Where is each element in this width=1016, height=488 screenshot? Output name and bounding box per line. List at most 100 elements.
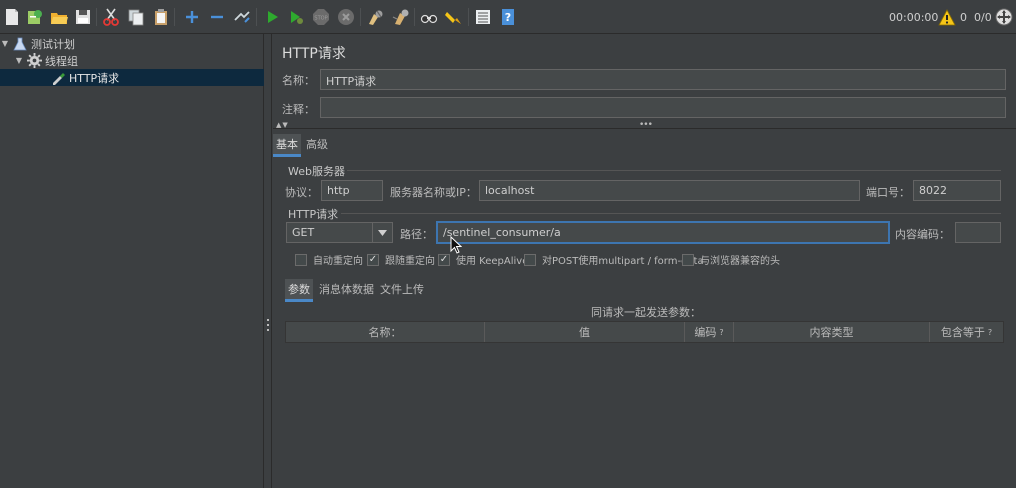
warning-count: 0: [960, 11, 967, 24]
server-label: 服务器名称或IP：: [390, 186, 477, 199]
new-icon[interactable]: [2, 7, 22, 27]
shutdown-icon[interactable]: [336, 7, 356, 27]
collapse-icon[interactable]: [207, 7, 227, 27]
panel-title: HTTP请求: [282, 46, 346, 62]
tree-item-label: HTTP请求: [69, 71, 120, 85]
tree-item-label: 线程组: [45, 54, 78, 68]
browser-compatible-headers-checkbox[interactable]: 与浏览器兼容的头: [682, 252, 780, 267]
path-input[interactable]: /sentinel_consumer/a: [437, 222, 889, 243]
start-no-pause-icon[interactable]: [286, 7, 306, 27]
checkbox-label: 对POST使用multipart / form-data: [542, 256, 704, 267]
comment-label: 注释：: [282, 103, 315, 116]
toolbar-separator: [256, 8, 257, 26]
chevron-down-icon[interactable]: [372, 223, 392, 242]
copy-icon[interactable]: [126, 7, 146, 27]
horizontal-splitter[interactable]: [273, 128, 1016, 129]
stop-icon[interactable]: STOP: [311, 7, 331, 27]
test-plan-tree: ▼ 测试计划 ▼ 线程组 HTTP请求: [0, 34, 264, 488]
mouse-pointer-icon: [450, 236, 462, 254]
splitter-grip-icon[interactable]: [267, 319, 270, 331]
thread-group-icon: [26, 53, 42, 69]
follow-redirect-checkbox[interactable]: ✓ 跟随重定向: [367, 252, 435, 267]
expand-arrow-icon[interactable]: ▼: [0, 39, 10, 48]
tab-body-data[interactable]: 消息体数据: [316, 279, 377, 299]
tree-item-http-request[interactable]: HTTP请求: [0, 69, 264, 86]
clear-icon[interactable]: [366, 7, 386, 27]
search-icon[interactable]: [419, 7, 439, 27]
tab-basic[interactable]: 基本: [273, 134, 301, 157]
name-input[interactable]: HTTP请求: [320, 69, 1006, 90]
templates-icon[interactable]: [25, 7, 45, 27]
column-content-type[interactable]: 内容类型: [734, 322, 930, 342]
column-include-equals[interactable]: 包含等于?: [930, 322, 1003, 342]
column-value[interactable]: 值: [485, 322, 685, 342]
active-threads: 0/0: [974, 11, 992, 24]
svg-text:?: ?: [505, 11, 511, 24]
checkbox-label: 与浏览器兼容的头: [700, 256, 780, 267]
help-icon[interactable]: ?: [498, 7, 518, 27]
remote-engines-icon[interactable]: [994, 7, 1014, 27]
checkbox-box[interactable]: [295, 253, 307, 266]
column-help-mark: ?: [987, 327, 993, 337]
tab-parameters[interactable]: 参数: [285, 279, 313, 302]
checkbox-box[interactable]: [524, 253, 536, 266]
checkbox-label: 跟随重定向: [385, 256, 435, 267]
checkbox-box[interactable]: [682, 253, 694, 266]
checkbox-label: 使用 KeepAlive: [456, 256, 529, 267]
sampler-panel: HTTP请求 名称： HTTP请求 注释： ▲▼ ••• 基本 高级 Web服务…: [273, 34, 1016, 488]
expand-arrow-icon[interactable]: ▼: [14, 56, 24, 65]
protocol-input[interactable]: http: [321, 180, 383, 201]
checkbox-box[interactable]: ✓: [367, 253, 379, 266]
port-input[interactable]: 8022: [913, 180, 1001, 201]
reset-search-icon[interactable]: [444, 7, 464, 27]
column-label: 值: [579, 326, 590, 339]
vertical-splitter[interactable]: [265, 34, 272, 488]
parameters-caption: 同请求一起发送参数：: [591, 306, 701, 319]
tree-item-test-plan[interactable]: ▼ 测试计划: [0, 35, 264, 52]
tab-advanced[interactable]: 高级: [303, 134, 331, 154]
warning-icon[interactable]: [937, 8, 957, 28]
toolbar-separator: [414, 8, 415, 26]
column-name[interactable]: 名称：: [286, 322, 485, 342]
checkbox-box[interactable]: ✓: [438, 253, 450, 266]
group-divider: [341, 213, 1001, 214]
start-icon[interactable]: [262, 7, 282, 27]
method-select[interactable]: GET: [286, 222, 393, 243]
comment-input[interactable]: [320, 97, 1006, 118]
function-helper-icon[interactable]: [473, 7, 493, 27]
auto-redirect-checkbox[interactable]: 自动重定向: [295, 252, 363, 267]
column-encode[interactable]: 编码?: [685, 322, 734, 342]
server-input[interactable]: localhost: [479, 180, 860, 201]
tree-item-label: 测试计划: [31, 37, 75, 51]
column-label: 内容类型: [809, 326, 854, 339]
column-label: 编码: [694, 326, 717, 339]
multipart-checkbox[interactable]: 对POST使用multipart / form-data: [524, 252, 704, 267]
content-encoding-label: 内容编码：: [895, 228, 950, 241]
column-label: 名称：: [368, 326, 402, 339]
keepalive-checkbox[interactable]: ✓ 使用 KeepAlive: [438, 252, 528, 267]
tree-item-thread-group[interactable]: ▼ 线程组: [14, 52, 264, 69]
open-icon[interactable]: [49, 7, 69, 27]
tab-file-upload[interactable]: 文件上传: [377, 279, 427, 299]
content-encoding-input[interactable]: [955, 222, 1001, 243]
protocol-label: 协议：: [285, 186, 318, 199]
cut-icon[interactable]: [101, 7, 121, 27]
elapsed-timer: 00:00:00: [889, 11, 939, 24]
name-label: 名称：: [282, 74, 315, 87]
toolbar-separator: [174, 8, 175, 26]
parameters-table-header: 名称： 值 编码? 内容类型 包含等于?: [285, 321, 1004, 343]
paste-icon[interactable]: [151, 7, 171, 27]
checkbox-label: 自动重定向: [313, 256, 363, 267]
toolbar-separator: [360, 8, 361, 26]
column-help-mark: ?: [719, 327, 724, 337]
test-plan-icon: [12, 36, 28, 52]
toolbar-separator: [468, 8, 469, 26]
toolbar: STOP ? 00:00:00 0 0/0: [0, 0, 1016, 34]
toggle-icon[interactable]: [232, 7, 252, 27]
method-value: GET: [292, 226, 315, 239]
save-icon[interactable]: [73, 7, 93, 27]
clear-all-icon[interactable]: [391, 7, 411, 27]
sampler-pipette-icon: [50, 70, 66, 86]
toolbar-separator: [96, 8, 97, 26]
expand-icon[interactable]: [182, 7, 202, 27]
